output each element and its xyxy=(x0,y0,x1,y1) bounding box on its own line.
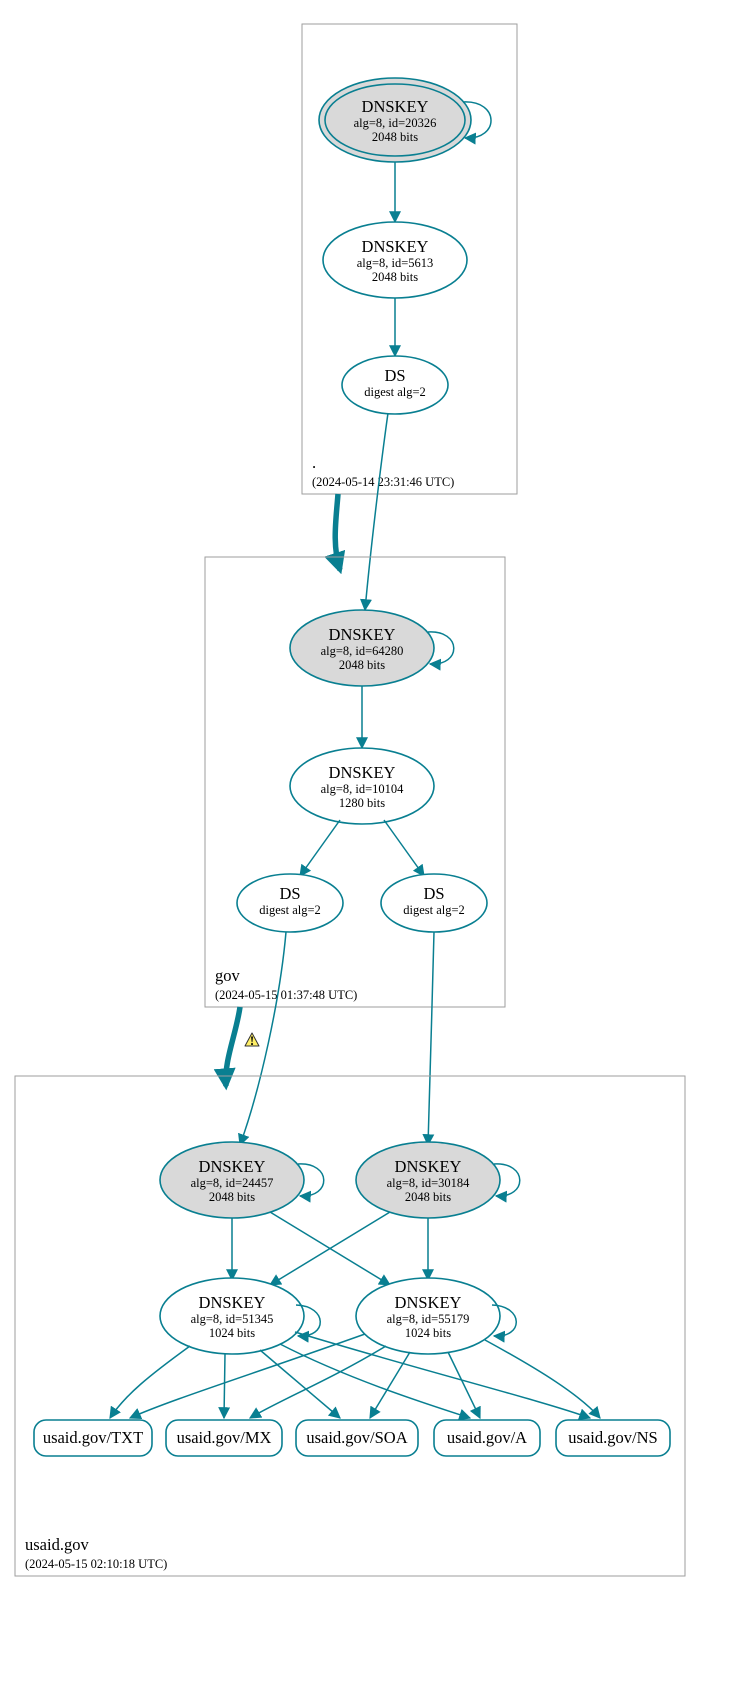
node-root-zsk: DNSKEY alg=8, id=5613 2048 bits xyxy=(323,222,467,298)
edge-gov-zsk-ds2 xyxy=(384,820,424,876)
rr-txt: usaid.gov/TXT xyxy=(34,1420,152,1456)
node-root-zsk-line3: 2048 bits xyxy=(372,270,418,284)
node-root-zsk-title: DNSKEY xyxy=(362,237,429,256)
edge-zsk2-ns xyxy=(485,1340,600,1418)
zone-gov: gov (2024-05-15 01:37:48 UTC) DNSKEY alg… xyxy=(205,557,505,1007)
edge-gov-ds2-usaid-ksk2 xyxy=(428,932,434,1145)
node-gov-ds2-line2: digest alg=2 xyxy=(403,903,465,917)
node-usaid-zsk1-title: DNSKEY xyxy=(199,1293,266,1312)
node-gov-zsk-line2: alg=8, id=10104 xyxy=(321,782,405,796)
edge-zsk1-txt xyxy=(110,1346,190,1418)
node-gov-ds2-title: DS xyxy=(423,884,444,903)
rr-soa-label: usaid.gov/SOA xyxy=(306,1428,407,1447)
edge-zsk1-soa xyxy=(260,1350,340,1418)
node-root-ds-line2: digest alg=2 xyxy=(364,385,426,399)
node-usaid-ksk1-line3: 2048 bits xyxy=(209,1190,255,1204)
edge-zsk2-a xyxy=(448,1352,480,1418)
node-root-ksk: DNSKEY alg=8, id=20326 2048 bits xyxy=(319,78,491,162)
edge-delegation-root-gov xyxy=(335,494,340,570)
edge-delegation-gov-usaid xyxy=(226,1007,240,1086)
node-usaid-ksk2: DNSKEY alg=8, id=30184 2048 bits xyxy=(356,1142,520,1218)
zone-usaid-label: usaid.gov xyxy=(25,1535,89,1554)
node-usaid-ksk2-line3: 2048 bits xyxy=(405,1190,451,1204)
rr-ns-label: usaid.gov/NS xyxy=(568,1428,657,1447)
zone-usaid: usaid.gov (2024-05-15 02:10:18 UTC) DNSK… xyxy=(15,1076,685,1576)
rr-mx: usaid.gov/MX xyxy=(166,1420,282,1456)
edge-zsk2-soa xyxy=(370,1352,410,1418)
node-gov-zsk: DNSKEY alg=8, id=10104 1280 bits xyxy=(290,748,434,824)
node-usaid-ksk2-line2: alg=8, id=30184 xyxy=(387,1176,471,1190)
rr-a: usaid.gov/A xyxy=(434,1420,540,1456)
node-usaid-zsk2: DNSKEY alg=8, id=55179 1024 bits xyxy=(356,1278,516,1354)
node-gov-ksk-title: DNSKEY xyxy=(329,625,396,644)
node-usaid-zsk2-title: DNSKEY xyxy=(395,1293,462,1312)
node-root-ksk-title: DNSKEY xyxy=(362,97,429,116)
node-gov-ds1-line2: digest alg=2 xyxy=(259,903,321,917)
node-gov-ds1-title: DS xyxy=(279,884,300,903)
node-gov-ds2: DS digest alg=2 xyxy=(381,874,487,932)
rr-soa: usaid.gov/SOA xyxy=(296,1420,418,1456)
node-root-ksk-line3: 2048 bits xyxy=(372,130,418,144)
rr-ns: usaid.gov/NS xyxy=(556,1420,670,1456)
node-usaid-zsk1: DNSKEY alg=8, id=51345 1024 bits xyxy=(160,1278,320,1354)
node-usaid-ksk1: DNSKEY alg=8, id=24457 2048 bits xyxy=(160,1142,324,1218)
node-usaid-zsk2-line2: alg=8, id=55179 xyxy=(387,1312,470,1326)
node-usaid-ksk1-line2: alg=8, id=24457 xyxy=(191,1176,274,1190)
zone-root: . (2024-05-14 23:31:46 UTC) DNSKEY alg=8… xyxy=(302,24,517,494)
zone-usaid-timestamp: (2024-05-15 02:10:18 UTC) xyxy=(25,1557,167,1571)
warning-icon: ! xyxy=(245,1033,259,1048)
node-usaid-ksk1-title: DNSKEY xyxy=(199,1157,266,1176)
node-usaid-ksk2-title: DNSKEY xyxy=(395,1157,462,1176)
dnssec-graph: . (2024-05-14 23:31:46 UTC) DNSKEY alg=8… xyxy=(0,0,751,1690)
node-root-ksk-line2: alg=8, id=20326 xyxy=(354,116,437,130)
node-gov-zsk-line3: 1280 bits xyxy=(339,796,385,810)
rr-txt-label: usaid.gov/TXT xyxy=(43,1428,143,1447)
edge-gov-ds1-usaid-ksk1 xyxy=(240,932,286,1145)
node-usaid-zsk2-line3: 1024 bits xyxy=(405,1326,451,1340)
node-root-ds-title: DS xyxy=(384,366,405,385)
node-gov-ds1: DS digest alg=2 xyxy=(237,874,343,932)
node-gov-ksk-line2: alg=8, id=64280 xyxy=(321,644,404,658)
zone-gov-label: gov xyxy=(215,966,241,985)
node-usaid-zsk1-line2: alg=8, id=51345 xyxy=(191,1312,274,1326)
svg-text:!: ! xyxy=(250,1033,254,1048)
edge-gov-zsk-ds1 xyxy=(300,820,340,876)
node-root-zsk-line2: alg=8, id=5613 xyxy=(357,256,434,270)
edge-zsk1-mx xyxy=(224,1354,225,1418)
node-usaid-zsk1-line3: 1024 bits xyxy=(209,1326,255,1340)
edge-root-ds-gov-ksk xyxy=(365,413,388,610)
zone-root-timestamp: (2024-05-14 23:31:46 UTC) xyxy=(312,475,454,489)
node-root-ds: DS digest alg=2 xyxy=(342,356,448,414)
node-gov-ksk: DNSKEY alg=8, id=64280 2048 bits xyxy=(290,610,454,686)
rr-mx-label: usaid.gov/MX xyxy=(177,1428,272,1447)
rr-a-label: usaid.gov/A xyxy=(447,1428,527,1447)
node-gov-zsk-title: DNSKEY xyxy=(329,763,396,782)
zone-gov-timestamp: (2024-05-15 01:37:48 UTC) xyxy=(215,988,357,1002)
node-gov-ksk-line3: 2048 bits xyxy=(339,658,385,672)
zone-root-label: . xyxy=(312,453,316,472)
